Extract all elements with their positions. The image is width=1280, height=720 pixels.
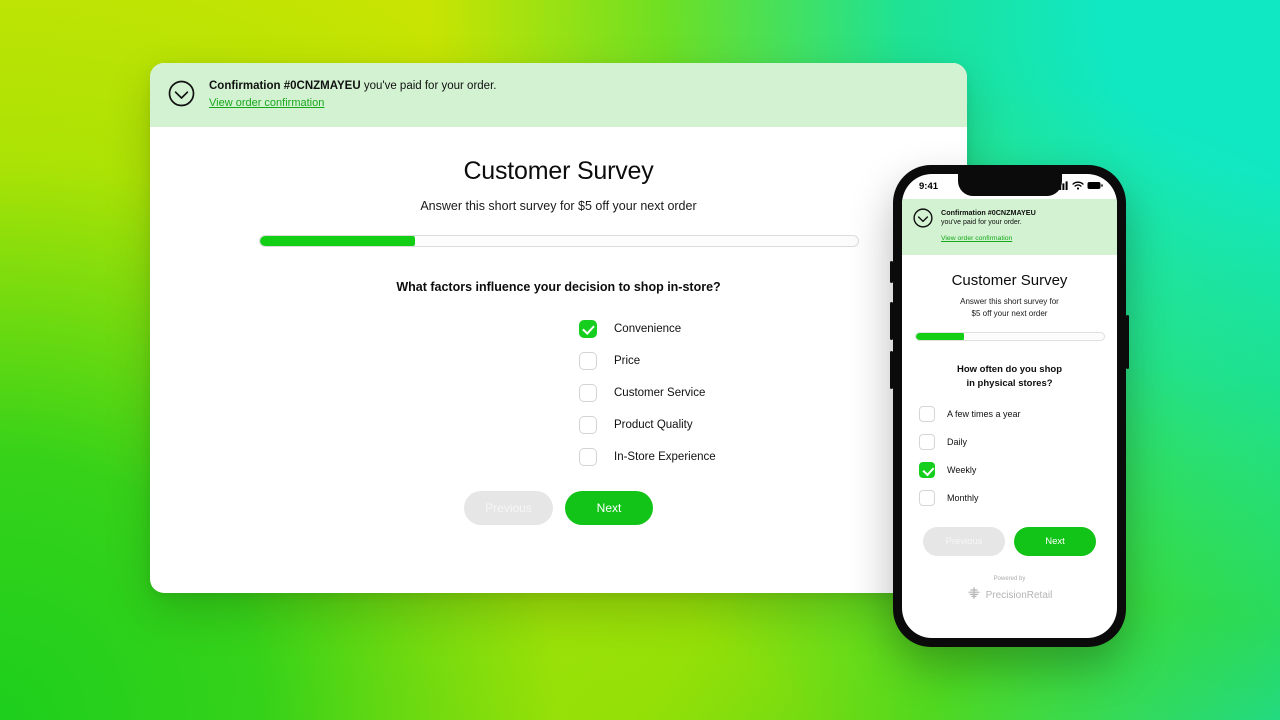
mobile-previous-button[interactable]: Previous: [923, 526, 1005, 556]
checkbox-unchecked-icon[interactable]: [579, 447, 597, 466]
mobile-survey-subtitle: Answer this short survey for $5 off your…: [902, 296, 1117, 319]
order-confirmation-banner: Confirmation #0CNZMAYEU you've paid for …: [150, 63, 967, 127]
mobile-progress-track: [914, 332, 1105, 342]
confirmation-message: you've paid for your order.: [360, 80, 497, 92]
mobile-survey-option-row[interactable]: Weekly: [919, 459, 1117, 481]
progress-fill: [259, 236, 415, 246]
mobile-survey-option-label: Daily: [947, 436, 968, 447]
mobile-question-line2: in physical stores?: [966, 377, 1053, 389]
checkbox-checked-icon[interactable]: [919, 461, 935, 478]
survey-body: Customer Survey Answer this short survey…: [150, 127, 967, 593]
status-time: 9:41: [919, 181, 939, 192]
phone-volume-up-button: [890, 302, 893, 340]
checkbox-unchecked-icon[interactable]: [919, 489, 935, 506]
footer: Powered by PrecisionRetail: [150, 591, 967, 593]
mobile-survey-options-list: A few times a year Daily Weekly Monthly: [919, 403, 1117, 509]
mobile-survey-option-label: Weekly: [947, 464, 977, 475]
next-button[interactable]: Next: [565, 491, 653, 525]
mobile-confirmation-code: Confirmation #0CNZMAYEU: [941, 208, 1036, 217]
mobile-footer: Powered by PrecisionRetail: [902, 576, 1117, 605]
mobile-brand-name: PrecisionRetail: [985, 589, 1053, 601]
mobile-navigation-buttons: Previous Next: [902, 526, 1117, 556]
mobile-survey-option-row[interactable]: Monthly: [919, 487, 1117, 509]
previous-button[interactable]: Previous: [464, 491, 553, 525]
banner-message: Confirmation #0CNZMAYEU you've paid for …: [209, 79, 496, 93]
mobile-survey-option-label: Monthly: [947, 492, 979, 503]
progress-track: [258, 235, 859, 247]
precision-retail-logo-icon: [967, 586, 981, 605]
mobile-subtitle-line2: $5 off your next order: [971, 308, 1048, 318]
mobile-view-order-confirmation-link[interactable]: View order confirmation: [941, 235, 1012, 242]
phone-screen: 9:41 Confirmation #0CNZMAYEU you've paid…: [902, 174, 1117, 638]
status-icons: [1056, 180, 1103, 193]
checkbox-unchecked-icon[interactable]: [579, 383, 597, 402]
mobile-confirmation-message: you've paid for your order.: [941, 218, 1022, 226]
survey-question: What factors influence your decision to …: [396, 280, 721, 294]
survey-option-label: Product Quality: [614, 418, 693, 431]
battery-icon: [1087, 181, 1103, 193]
check-circle-icon: [913, 208, 933, 233]
mobile-page-title: Customer Survey: [951, 272, 1068, 290]
powered-by-label: Powered by: [150, 591, 967, 593]
progress-bar: [258, 235, 859, 247]
survey-subtitle: Answer this short survey for $5 off your…: [420, 199, 697, 213]
view-order-confirmation-link[interactable]: View order confirmation: [209, 97, 324, 109]
mobile-subtitle-line1: Answer this short survey for: [960, 297, 1059, 307]
navigation-buttons: Previous Next: [150, 491, 967, 525]
mobile-order-confirmation-banner: Confirmation #0CNZMAYEU you've paid for …: [902, 199, 1117, 256]
survey-option-label: Customer Service: [614, 386, 706, 399]
checkbox-unchecked-icon[interactable]: [579, 351, 597, 370]
mobile-progress-bar: [914, 332, 1105, 342]
survey-option-label: In-Store Experience: [614, 450, 716, 463]
mobile-next-button[interactable]: Next: [1014, 526, 1096, 556]
mobile-survey-option-row[interactable]: Daily: [919, 431, 1117, 453]
page-title: Customer Survey: [463, 157, 654, 185]
checkbox-unchecked-icon[interactable]: [919, 433, 935, 450]
survey-option-label: Convenience: [614, 322, 682, 335]
phone-notch: [957, 174, 1062, 196]
check-circle-icon: [168, 80, 195, 112]
mobile-survey-option-label: A few times a year: [947, 408, 1021, 419]
desktop-survey-card: Confirmation #0CNZMAYEU you've paid for …: [150, 63, 967, 593]
phone-volume-down-button: [890, 351, 893, 389]
mobile-progress-fill: [915, 333, 965, 341]
checkbox-checked-icon[interactable]: [579, 319, 597, 338]
mobile-survey-option-row[interactable]: A few times a year: [919, 403, 1117, 425]
mobile-powered-by-label: Powered by: [993, 575, 1026, 582]
checkbox-unchecked-icon[interactable]: [579, 415, 597, 434]
phone-power-button: [1126, 315, 1129, 369]
survey-option-label: Price: [614, 354, 641, 367]
confirmation-code: Confirmation #0CNZMAYEU: [209, 80, 361, 92]
mobile-brand-lockup: PrecisionRetail: [902, 586, 1117, 605]
mobile-banner-message: Confirmation #0CNZMAYEU you've paid for …: [941, 208, 1036, 227]
mobile-survey-question: How often do you shop in physical stores…: [902, 363, 1117, 390]
phone-mute-switch: [890, 261, 893, 283]
checkbox-unchecked-icon[interactable]: [919, 405, 935, 422]
mobile-device-mockup: 9:41 Confirmation #0CNZMAYEU you've paid…: [890, 165, 1129, 647]
wifi-icon: [1072, 181, 1084, 193]
mobile-question-line1: How often do you shop: [956, 364, 1062, 376]
